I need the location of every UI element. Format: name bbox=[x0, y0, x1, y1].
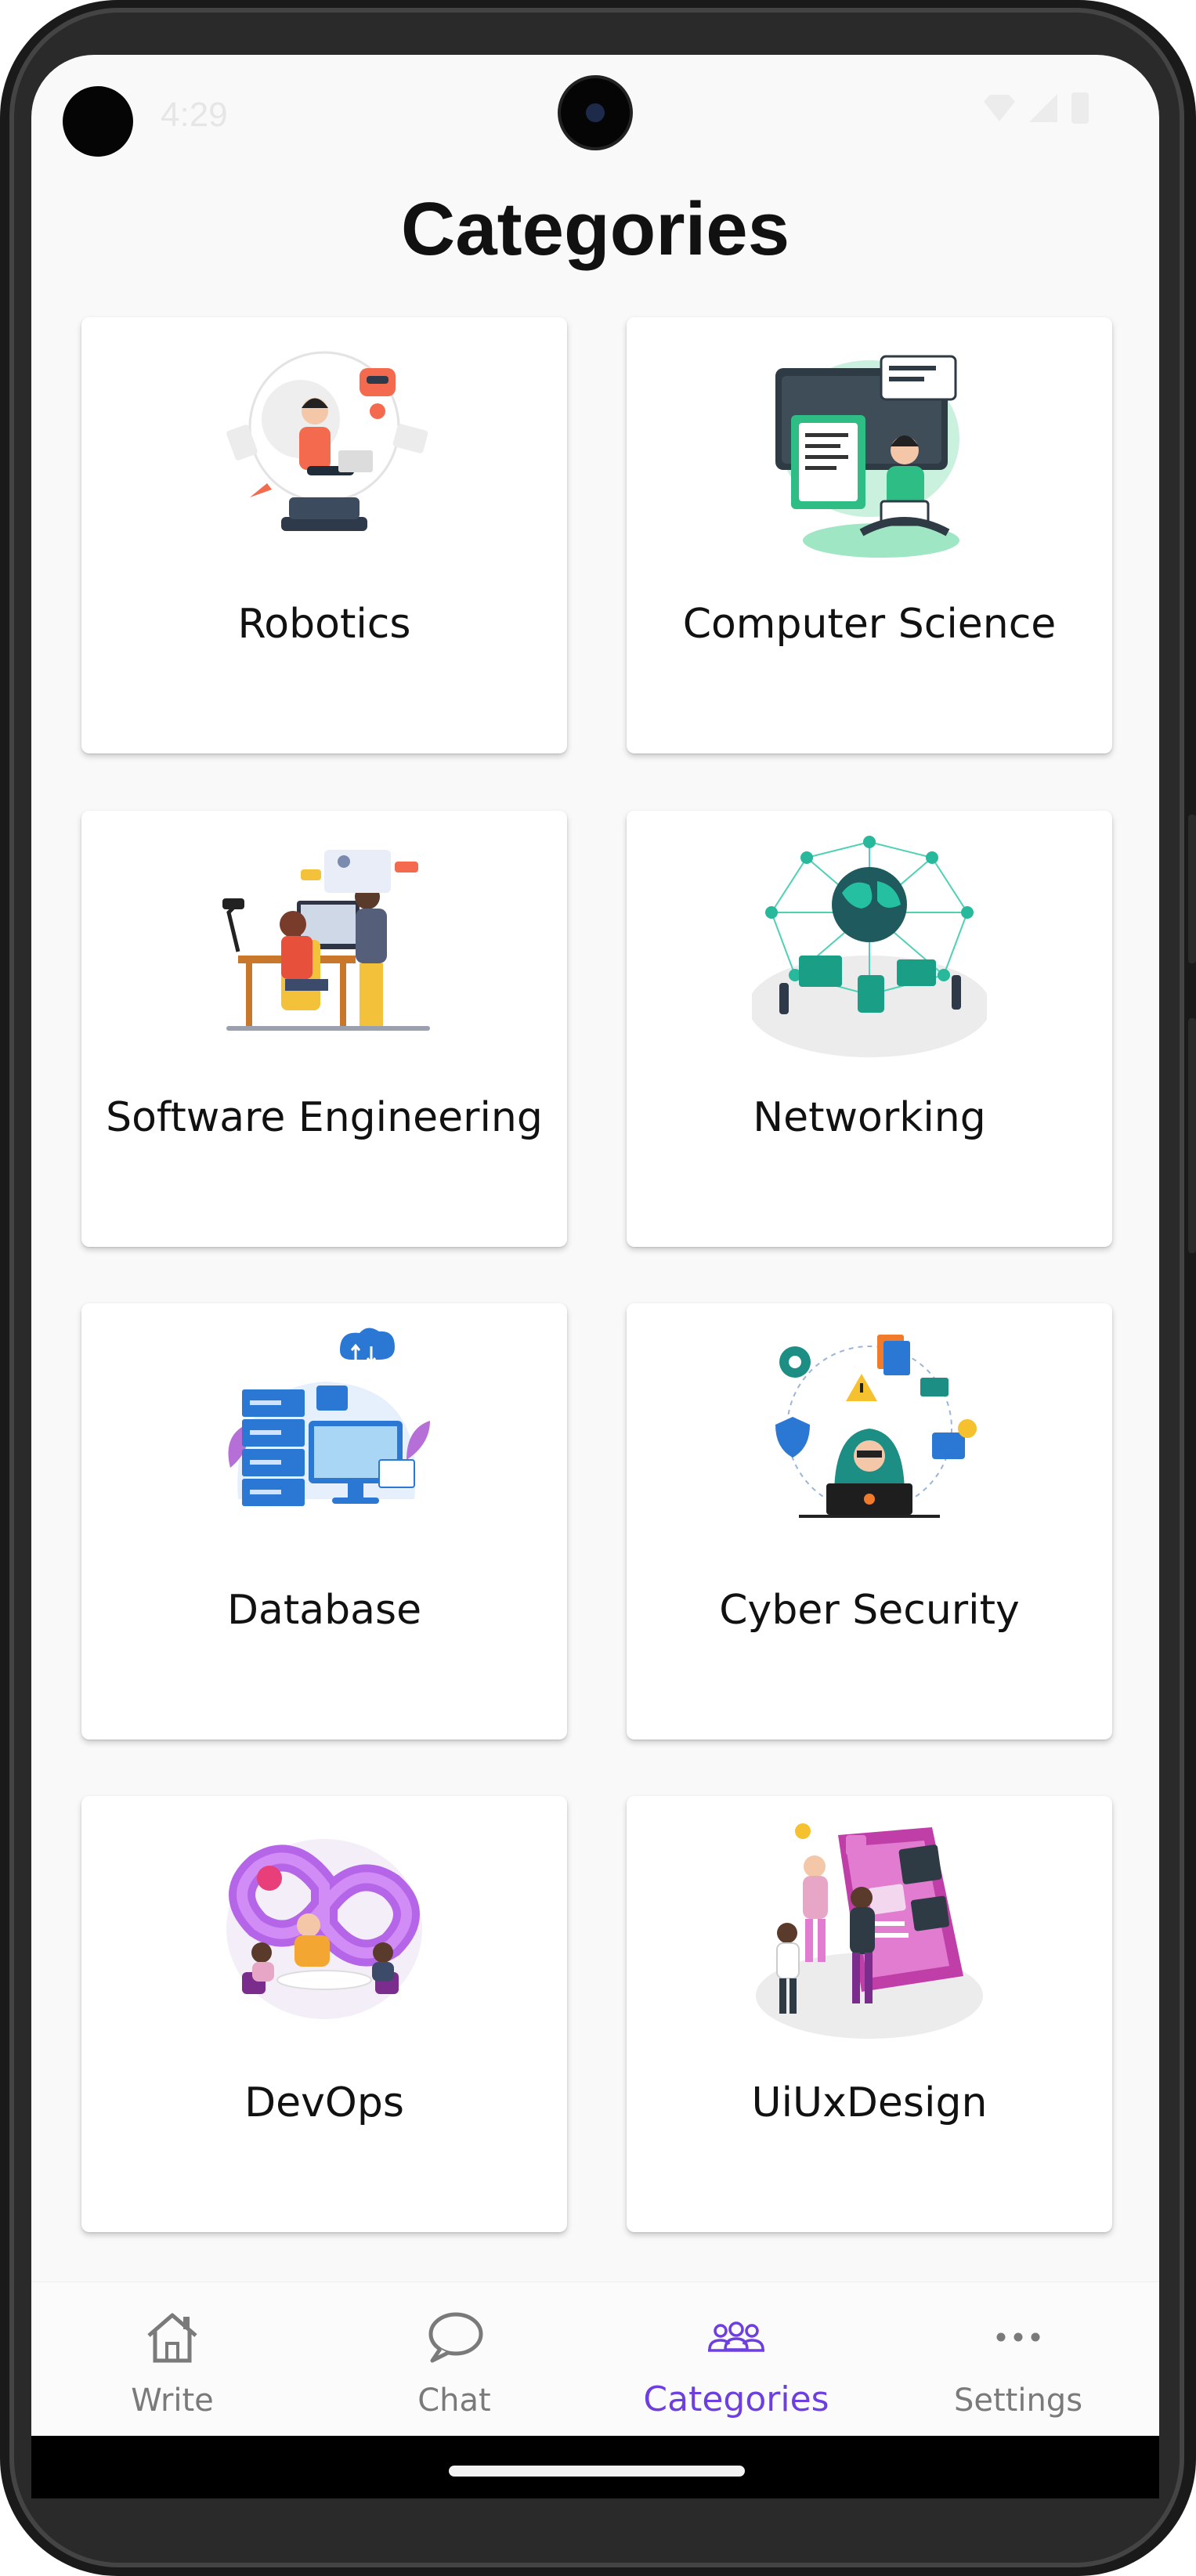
category-card-cyber-security[interactable]: Cyber Security bbox=[627, 1303, 1112, 1740]
category-card-computer-science[interactable]: Computer Science bbox=[627, 317, 1112, 753]
home-icon bbox=[147, 2313, 197, 2363]
status-icons bbox=[984, 92, 1089, 124]
status-bar: 4:29 bbox=[31, 55, 1159, 164]
people-group-icon bbox=[708, 2321, 764, 2352]
screen: 4:29 Categories Robotics Computer Scienc… bbox=[31, 55, 1159, 2436]
home-gesture-bar[interactable] bbox=[449, 2466, 745, 2477]
power-button bbox=[1188, 1018, 1196, 1253]
category-label: Robotics bbox=[237, 601, 411, 648]
nav-label-write: Write bbox=[131, 2383, 214, 2419]
category-label: Software Engineering bbox=[106, 1094, 543, 1141]
front-camera bbox=[561, 78, 630, 147]
camera-dot bbox=[63, 86, 133, 157]
wifi-icon bbox=[984, 95, 1015, 121]
signal-icon bbox=[1029, 94, 1057, 122]
category-card-networking[interactable]: Networking bbox=[627, 811, 1112, 1247]
nav-label-settings: Settings bbox=[953, 2383, 1083, 2419]
category-label: Computer Science bbox=[682, 601, 1057, 648]
category-card-devops[interactable]: DevOps bbox=[81, 1796, 567, 2232]
robotics-illustration bbox=[226, 351, 428, 531]
volume-button bbox=[1188, 815, 1196, 963]
computer-science-illustration bbox=[775, 355, 959, 558]
nav-item-settings[interactable]: Settings bbox=[877, 2282, 1159, 2436]
nav-item-categories[interactable]: Categories bbox=[595, 2282, 877, 2436]
category-label: DevOps bbox=[244, 2079, 404, 2126]
cyber-security-illustration bbox=[775, 1335, 977, 1518]
status-time: 4:29 bbox=[161, 96, 228, 134]
more-dots-icon bbox=[996, 2332, 1040, 2342]
database-illustration bbox=[228, 1328, 430, 1506]
category-card-uiux-design[interactable]: UiUxDesign bbox=[627, 1796, 1112, 2232]
category-card-robotics[interactable]: Robotics bbox=[81, 317, 567, 753]
nav-label-categories: Categories bbox=[643, 2379, 829, 2419]
nav-item-write[interactable]: Write bbox=[31, 2282, 313, 2436]
nav-item-chat[interactable]: Chat bbox=[313, 2282, 595, 2436]
category-label: Database bbox=[226, 1587, 422, 1634]
devops-illustration bbox=[226, 1839, 422, 2019]
chat-bubble-icon bbox=[428, 2312, 483, 2363]
category-card-database[interactable]: Database bbox=[81, 1303, 567, 1740]
category-label: Networking bbox=[753, 1094, 986, 1141]
uiux-design-illustration bbox=[756, 1823, 983, 2039]
bottom-navigation: Write Chat Categories Settings bbox=[31, 2282, 1159, 2436]
networking-illustration bbox=[752, 836, 987, 1057]
page-title: Categories bbox=[400, 187, 790, 271]
battery-icon bbox=[1071, 92, 1089, 124]
category-label: Cyber Security bbox=[719, 1587, 1020, 1634]
software-engineering-illustration bbox=[222, 850, 430, 1031]
category-card-software-engineering[interactable]: Software Engineering bbox=[81, 811, 567, 1247]
nav-label-chat: Chat bbox=[417, 2383, 491, 2419]
category-label: UiUxDesign bbox=[751, 2079, 988, 2126]
gesture-area bbox=[31, 2436, 1159, 2498]
